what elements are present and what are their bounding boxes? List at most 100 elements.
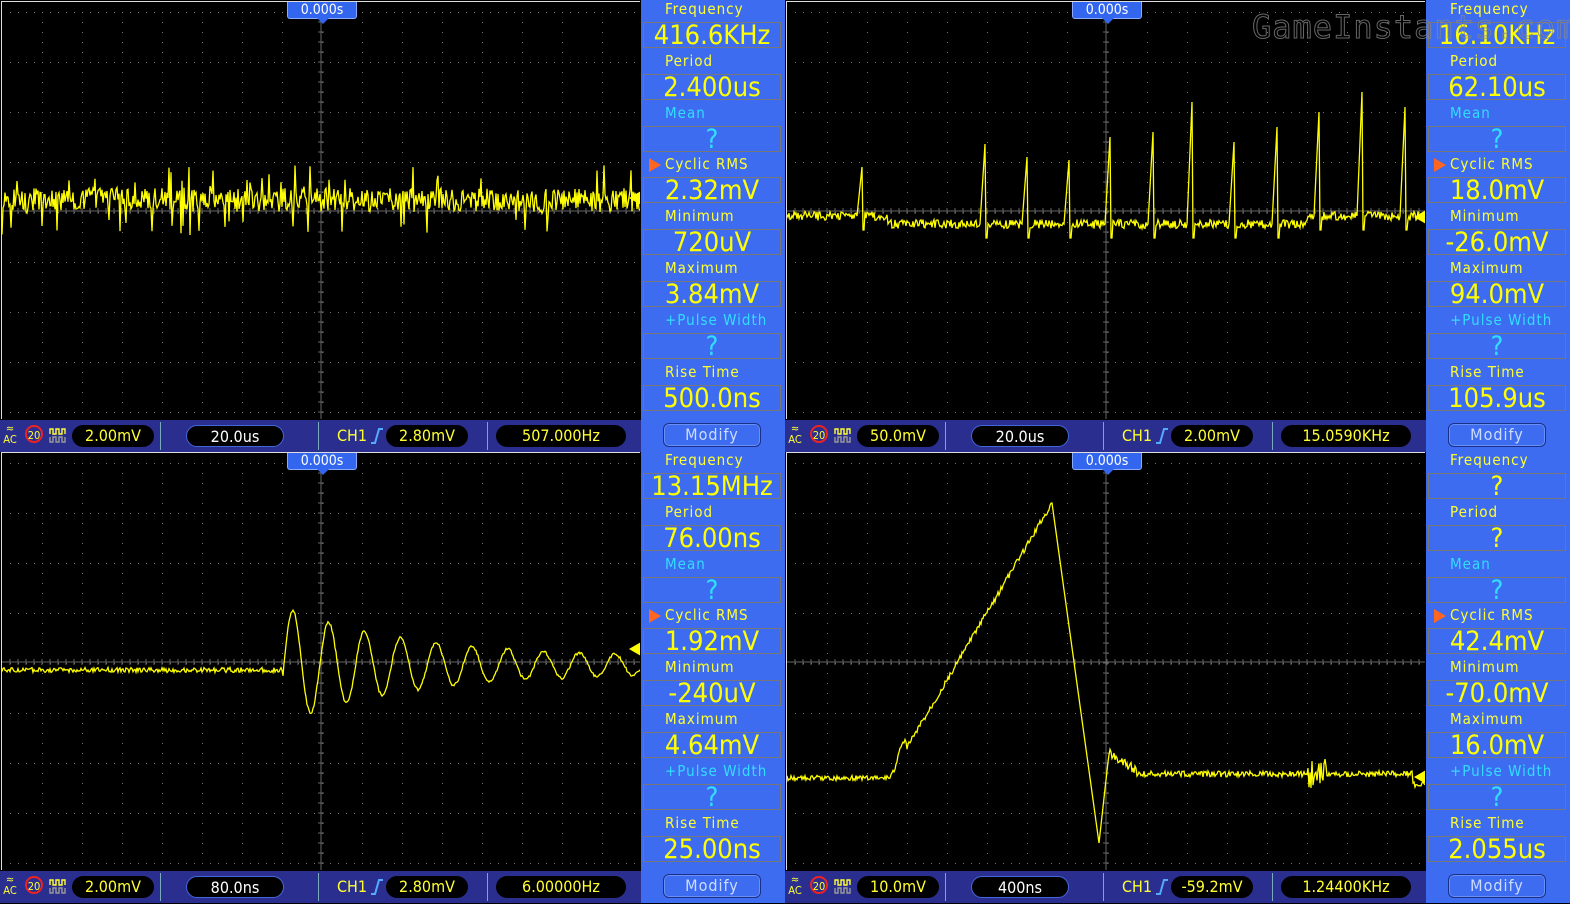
divider xyxy=(1272,422,1273,450)
measurement-label[interactable]: Frequency xyxy=(1450,0,1529,20)
measurement-label[interactable]: Rise Time xyxy=(665,363,740,383)
trigger-level-marker[interactable] xyxy=(629,642,640,657)
graticule xyxy=(2,453,640,870)
status-bar: ≈ AC 20 10.0mV 400ns CH1 -59.2mV 1.24400K… xyxy=(785,871,1426,903)
rising-edge-icon[interactable] xyxy=(1155,427,1169,445)
measurement-label[interactable]: Rise Time xyxy=(1450,363,1525,383)
ac-coupling-icon[interactable]: ≈ AC xyxy=(2,874,18,896)
acquisition-mode-icon[interactable] xyxy=(833,425,853,445)
acquisition-mode-icon[interactable] xyxy=(833,876,853,896)
trigger-level[interactable]: 2.00mV xyxy=(1171,425,1253,447)
volts-per-div[interactable]: 10.0mV xyxy=(857,876,939,898)
measurement-label[interactable]: Frequency xyxy=(665,451,744,471)
waveform-screen[interactable]: 0.000s xyxy=(1,452,640,870)
divider xyxy=(487,873,488,901)
time-per-div[interactable]: 20.0us xyxy=(971,425,1069,447)
volts-per-div[interactable]: 2.00mV xyxy=(72,425,154,447)
trigger-position-tag[interactable]: 0.000s xyxy=(1072,453,1142,475)
measurement-value: 500.0ns xyxy=(643,384,781,412)
measurement-label[interactable]: Minimum xyxy=(665,658,735,678)
measurement-label[interactable]: Maximum xyxy=(1450,710,1524,730)
measurement-value: 720uV xyxy=(643,229,781,256)
rising-edge-icon[interactable] xyxy=(1155,878,1169,896)
trigger-level[interactable]: -59.2mV xyxy=(1171,876,1253,898)
trigger-level-marker[interactable] xyxy=(629,191,640,206)
measurement-label[interactable]: Rise Time xyxy=(1450,814,1525,834)
trigger-position-tag[interactable]: 0.000s xyxy=(287,453,357,475)
bandwidth-limit-icon[interactable]: 20 xyxy=(25,425,43,443)
measurement-label[interactable]: Maximum xyxy=(665,259,739,279)
rising-edge-icon[interactable] xyxy=(370,878,384,896)
measurement-label[interactable]: Cyclic RMS xyxy=(665,606,749,626)
scope-panel-3: 0.000s Frequency 13.15MHz Period 76.00ns Mea… xyxy=(0,451,785,904)
ac-coupling-icon[interactable]: ≈ AC xyxy=(787,423,803,445)
measurement-value: 105.9us xyxy=(1428,384,1566,412)
waveform-screen[interactable]: 0.000s xyxy=(786,452,1425,870)
measurement-label[interactable]: +Pulse Width xyxy=(1450,311,1552,331)
volts-per-div[interactable]: 2.00mV xyxy=(72,876,154,898)
trigger-position-tag[interactable]: 0.000s xyxy=(1072,2,1142,24)
measurement-label[interactable]: Minimum xyxy=(665,207,735,227)
trigger-level-marker[interactable] xyxy=(1414,210,1425,225)
measurement-label[interactable]: Period xyxy=(1450,52,1498,72)
waveform-svg xyxy=(787,2,1425,419)
measurement-value: 62.10us xyxy=(1428,73,1566,101)
divider xyxy=(1272,873,1273,901)
measurement-label[interactable]: Period xyxy=(665,52,713,72)
measurement-value: ? xyxy=(1428,332,1566,360)
measurement-label[interactable]: Rise Time xyxy=(665,814,740,834)
modify-button[interactable]: Modify xyxy=(1448,874,1546,898)
time-per-div[interactable]: 20.0us xyxy=(186,425,284,447)
waveform-screen[interactable]: 0.000s xyxy=(1,1,640,419)
measurement-label[interactable]: Mean xyxy=(1450,555,1491,575)
scope-panel-4: 0.000s Frequency? Period? Mean? Cyclic RMS 4… xyxy=(785,451,1570,904)
measurement-label[interactable]: Minimum xyxy=(1450,207,1520,227)
measurement-label[interactable]: Mean xyxy=(1450,104,1491,124)
modify-button[interactable]: Modify xyxy=(663,423,761,447)
rising-edge-icon[interactable] xyxy=(370,427,384,445)
trigger-time: 0.000s xyxy=(1085,2,1129,18)
volts-per-div[interactable]: 50.0mV xyxy=(857,425,939,447)
bandwidth-limit-icon[interactable]: 20 xyxy=(25,876,43,894)
measurement-value: 76.00ns xyxy=(643,524,781,552)
trigger-level[interactable]: 2.80mV xyxy=(386,876,468,898)
measurement-label[interactable]: Frequency xyxy=(665,0,744,20)
trigger-channel[interactable]: CH1 xyxy=(337,425,367,447)
waveform-screen[interactable]: 0.000s xyxy=(786,1,1425,419)
status-bar: ≈ AC 20 2.00mV 80.0ns CH1 2.80mV 6.00000H… xyxy=(0,871,641,903)
ac-coupling-icon[interactable]: ≈ AC xyxy=(2,423,18,445)
acquisition-mode-icon[interactable] xyxy=(48,876,68,896)
measurement-label[interactable]: Minimum xyxy=(1450,658,1520,678)
trigger-channel[interactable]: CH1 xyxy=(337,876,367,898)
measurement-label[interactable]: +Pulse Width xyxy=(1450,762,1552,782)
measurement-label[interactable]: Cyclic RMS xyxy=(1450,155,1534,175)
bandwidth-limit-icon[interactable]: 20 xyxy=(810,876,828,894)
measurement-label[interactable]: Period xyxy=(665,503,713,523)
measurement-label[interactable]: Maximum xyxy=(665,710,739,730)
measurement-label[interactable]: Cyclic RMS xyxy=(665,155,749,175)
measurement-label[interactable]: Maximum xyxy=(1450,259,1524,279)
measurement-value: 4.64mV xyxy=(643,732,781,759)
modify-button[interactable]: Modify xyxy=(663,874,761,898)
measurement-label[interactable]: +Pulse Width xyxy=(665,311,767,331)
measurement-value: ? xyxy=(1428,783,1566,811)
measurement-value: ? xyxy=(1428,125,1566,153)
measurement-label[interactable]: Period xyxy=(1450,503,1498,523)
acquisition-mode-icon[interactable] xyxy=(48,425,68,445)
trigger-position-tag[interactable]: 0.000s xyxy=(287,2,357,24)
trigger-time: 0.000s xyxy=(1085,453,1129,469)
measurement-label[interactable]: +Pulse Width xyxy=(665,762,767,782)
measurement-label[interactable]: Mean xyxy=(665,104,706,124)
ac-coupling-icon[interactable]: ≈ AC xyxy=(787,874,803,896)
bandwidth-limit-icon[interactable]: 20 xyxy=(810,425,828,443)
modify-button[interactable]: Modify xyxy=(1448,423,1546,447)
trigger-level[interactable]: 2.80mV xyxy=(386,425,468,447)
trigger-channel[interactable]: CH1 xyxy=(1122,876,1152,898)
trigger-channel[interactable]: CH1 xyxy=(1122,425,1152,447)
measurement-label[interactable]: Cyclic RMS xyxy=(1450,606,1534,626)
measurement-label[interactable]: Frequency xyxy=(1450,451,1529,471)
trigger-level-marker[interactable] xyxy=(1414,769,1425,784)
time-per-div[interactable]: 80.0ns xyxy=(186,876,284,898)
measurement-label[interactable]: Mean xyxy=(665,555,706,575)
time-per-div[interactable]: 400ns xyxy=(971,876,1069,898)
